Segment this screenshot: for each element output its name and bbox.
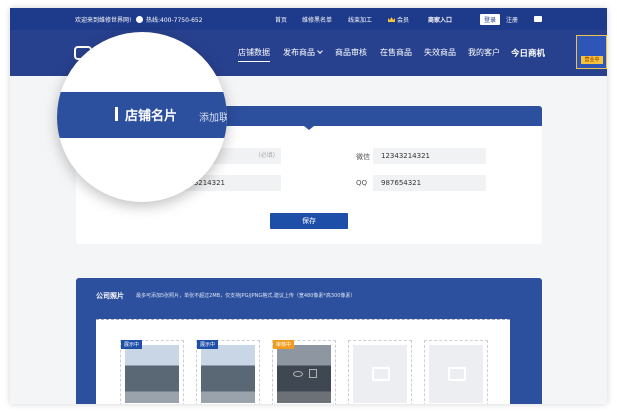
wechat-field[interactable]: 12343214321 [373,148,486,164]
hotline: 热线:400-7750-652 [136,15,203,24]
trash-icon[interactable] [309,369,317,378]
company-photo [201,345,255,403]
qq-field[interactable]: 987654321 [373,175,486,191]
status-badge: 展示中 [197,340,219,349]
chevron-down-icon [317,48,323,54]
welcome-text: 欢迎来到维修世界网! [75,17,132,24]
shop-card-title: 店铺名片 [125,109,178,124]
register-link[interactable]: 注册 [506,15,518,24]
photo-slot[interactable]: 展示中 [120,340,184,404]
shop-card-subtitle: 添加联系方式 [199,113,227,124]
company-photo [277,345,331,403]
nav-on-sale[interactable]: 在售商品 [380,47,412,58]
vip-label: 会员 [397,17,410,24]
nav-expired[interactable]: 失效商品 [424,47,456,58]
photo-upload-slot[interactable] [424,340,488,404]
company-photo [125,345,179,403]
company-photos-hint: 最多可添加5张照片，单张不超过2MB，仅支持JPG/JPNG格式,建议上传（宽4… [136,293,356,299]
eye-icon[interactable] [293,371,303,377]
nav-review[interactable]: 商品审核 [335,47,367,58]
photo-slot[interactable]: 展示中 [196,340,260,404]
company-photos-title: 公司照片 [96,292,124,300]
link-harness[interactable]: 线束加工 [348,15,372,24]
top-bar: 欢迎来到维修世界网! 热线:400-7750-652 首页 维修黑名单 线束加工… [10,8,607,30]
nav-publish-label: 发布商品 [283,48,315,57]
browser-frame: 欢迎来到维修世界网! 热线:400-7750-652 首页 维修黑名单 线束加工… [10,8,607,404]
photo-upload-slot[interactable] [348,340,412,404]
hotline-text: 热线:400-7750-652 [146,17,203,24]
nav-customers[interactable]: 我的客户 [468,47,500,58]
nav-publish[interactable]: 发布商品 [283,47,323,58]
phone-icon [136,16,143,23]
photo-slot[interactable]: 审核中 [272,340,336,404]
status-badge: 展示中 [121,340,143,349]
save-button[interactable]: 保存 [270,213,348,229]
shop-sign: 营业中 [581,56,603,64]
title-accent-bar [115,107,118,121]
wechat-label: 微信 [356,153,370,161]
vip-link[interactable]: 会员 [388,15,409,24]
login-button[interactable]: 登录 [480,14,501,25]
add-image-icon [372,367,390,381]
magnifier-overlay: 店铺名片 添加联系方式 [57,32,227,202]
nav-shop-data[interactable]: 店铺数据 [238,47,270,62]
status-badge: 审核中 [273,340,295,349]
required-hint: (必填) [258,152,275,159]
link-blacklist[interactable]: 维修黑名单 [302,15,332,24]
add-image-icon [448,367,466,381]
link-home[interactable]: 首页 [275,15,287,24]
qq-label: QQ [356,179,368,187]
shop-icon[interactable]: 营业中 [576,35,607,69]
crown-icon [388,17,395,22]
nav-opportunities[interactable]: 今日商机 [511,47,545,59]
merchant-entry[interactable]: 商家入口 [428,15,452,24]
chat-icon[interactable] [534,16,542,22]
